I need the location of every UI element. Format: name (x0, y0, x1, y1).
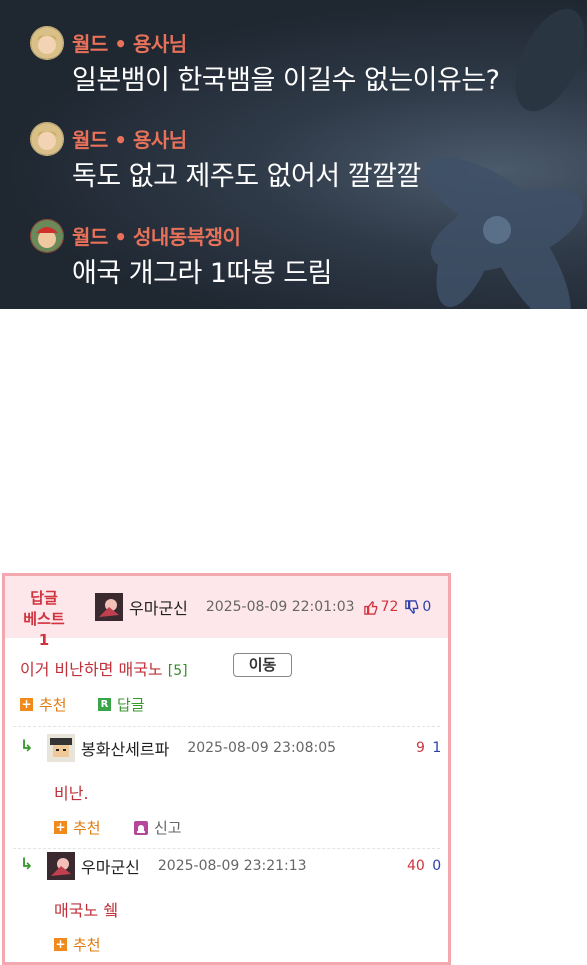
recommend-button[interactable]: + 추천 (20, 694, 67, 715)
chat-message-text: 애국 개그라 1따봉 드림 (72, 258, 333, 289)
report-label: 신고 (154, 819, 182, 837)
reply-arrow-icon: ↳ (20, 854, 34, 873)
recommend-label: 추천 (73, 819, 101, 837)
reply-arrow-icon: ↳ (20, 736, 34, 755)
chat-message-text: 독도 없고 제주도 없어서 깔깔깔 (72, 161, 421, 192)
thumbs-down-icon[interactable] (404, 599, 419, 615)
comment-box: 답글 베스트1 우마군신 2025-08-09 22:01:03 72 0 이거… (2, 573, 451, 965)
flower-decoration (424, 157, 584, 309)
best-reply-header: 답글 베스트1 우마군신 2025-08-09 22:01:03 72 0 (5, 576, 448, 649)
reply-label: 답글 (117, 696, 145, 714)
avatar[interactable] (95, 593, 123, 621)
timestamp: 2025-08-09 23:21:13 (157, 858, 307, 874)
move-button[interactable]: 이동 (233, 653, 292, 677)
chat-user-name: 월드 • 용사님 (72, 32, 187, 56)
timestamp: 2025-08-09 22:01:03 (205, 599, 355, 615)
recommend-label: 추천 (39, 696, 67, 714)
divider (13, 726, 440, 727)
reply-count: [5] (167, 663, 188, 679)
divider (13, 848, 440, 849)
chat-user-name: 월드 • 용사님 (72, 128, 187, 152)
best-label-line1: 답글 (30, 589, 58, 607)
upvote-count: 9 (416, 740, 425, 756)
avatar (30, 26, 64, 60)
recommend-button[interactable]: + 추천 (54, 817, 101, 838)
user-name[interactable]: 봉화산세르파 (81, 736, 169, 760)
avatar[interactable] (47, 852, 75, 880)
recommend-button[interactable]: + 추천 (54, 934, 101, 955)
plus-icon: + (54, 937, 67, 951)
downvote-group[interactable]: 0 (404, 599, 431, 615)
chat-user-name: 월드 • 성내동북쟁이 (72, 225, 241, 249)
plus-icon: + (54, 820, 67, 834)
reply-button[interactable]: R 답글 (98, 694, 145, 715)
best-label-line2: 베스트1 (23, 610, 65, 649)
downvote-count: 1 (432, 740, 442, 756)
plus-icon: + (20, 697, 33, 711)
avatar[interactable] (47, 734, 75, 762)
user-name[interactable]: 우마군신 (129, 595, 188, 619)
reply-meta: 우마군신 2025-08-09 23:21:13 (47, 852, 307, 880)
user-name[interactable]: 우마군신 (81, 854, 140, 878)
reply-meta: 봉화산세르파 2025-08-09 23:08:05 (47, 734, 336, 762)
best-reply-badge: 답글 베스트1 (19, 588, 69, 651)
vote-counts: 9 1 (416, 740, 441, 756)
recommend-label: 추천 (73, 936, 101, 954)
siren-icon (134, 820, 148, 835)
vote-counts: 40 0 (407, 858, 441, 874)
thumbs-up-icon[interactable] (363, 600, 378, 615)
comment-text: 이거 비난하면 매국노 (20, 660, 163, 679)
report-button[interactable]: 신고 (134, 817, 182, 838)
reply-text: 비난. (54, 784, 89, 803)
downvote-count: 0 (422, 599, 432, 615)
avatar (30, 122, 64, 156)
chat-image: 월드 • 용사님 일본뱀이 한국뱀을 이길수 없는이유는? 월드 • 용사님 독… (0, 0, 587, 309)
reply-text: 매국노 쉨 (54, 901, 118, 920)
timestamp: 2025-08-09 23:08:05 (187, 740, 337, 756)
upvote-group[interactable]: 72 (363, 599, 399, 615)
chat-message-text: 일본뱀이 한국뱀을 이길수 없는이유는? (72, 65, 500, 96)
reply-r-icon: R (98, 698, 111, 711)
upvote-count: 72 (380, 599, 399, 615)
avatar (30, 219, 64, 253)
upvote-count: 40 (407, 858, 425, 874)
downvote-count: 0 (432, 858, 442, 874)
best-reply-text: 이거 비난하면 매국노 [5] (20, 656, 188, 680)
best-reply-meta: 우마군신 2025-08-09 22:01:03 72 0 (95, 593, 431, 621)
